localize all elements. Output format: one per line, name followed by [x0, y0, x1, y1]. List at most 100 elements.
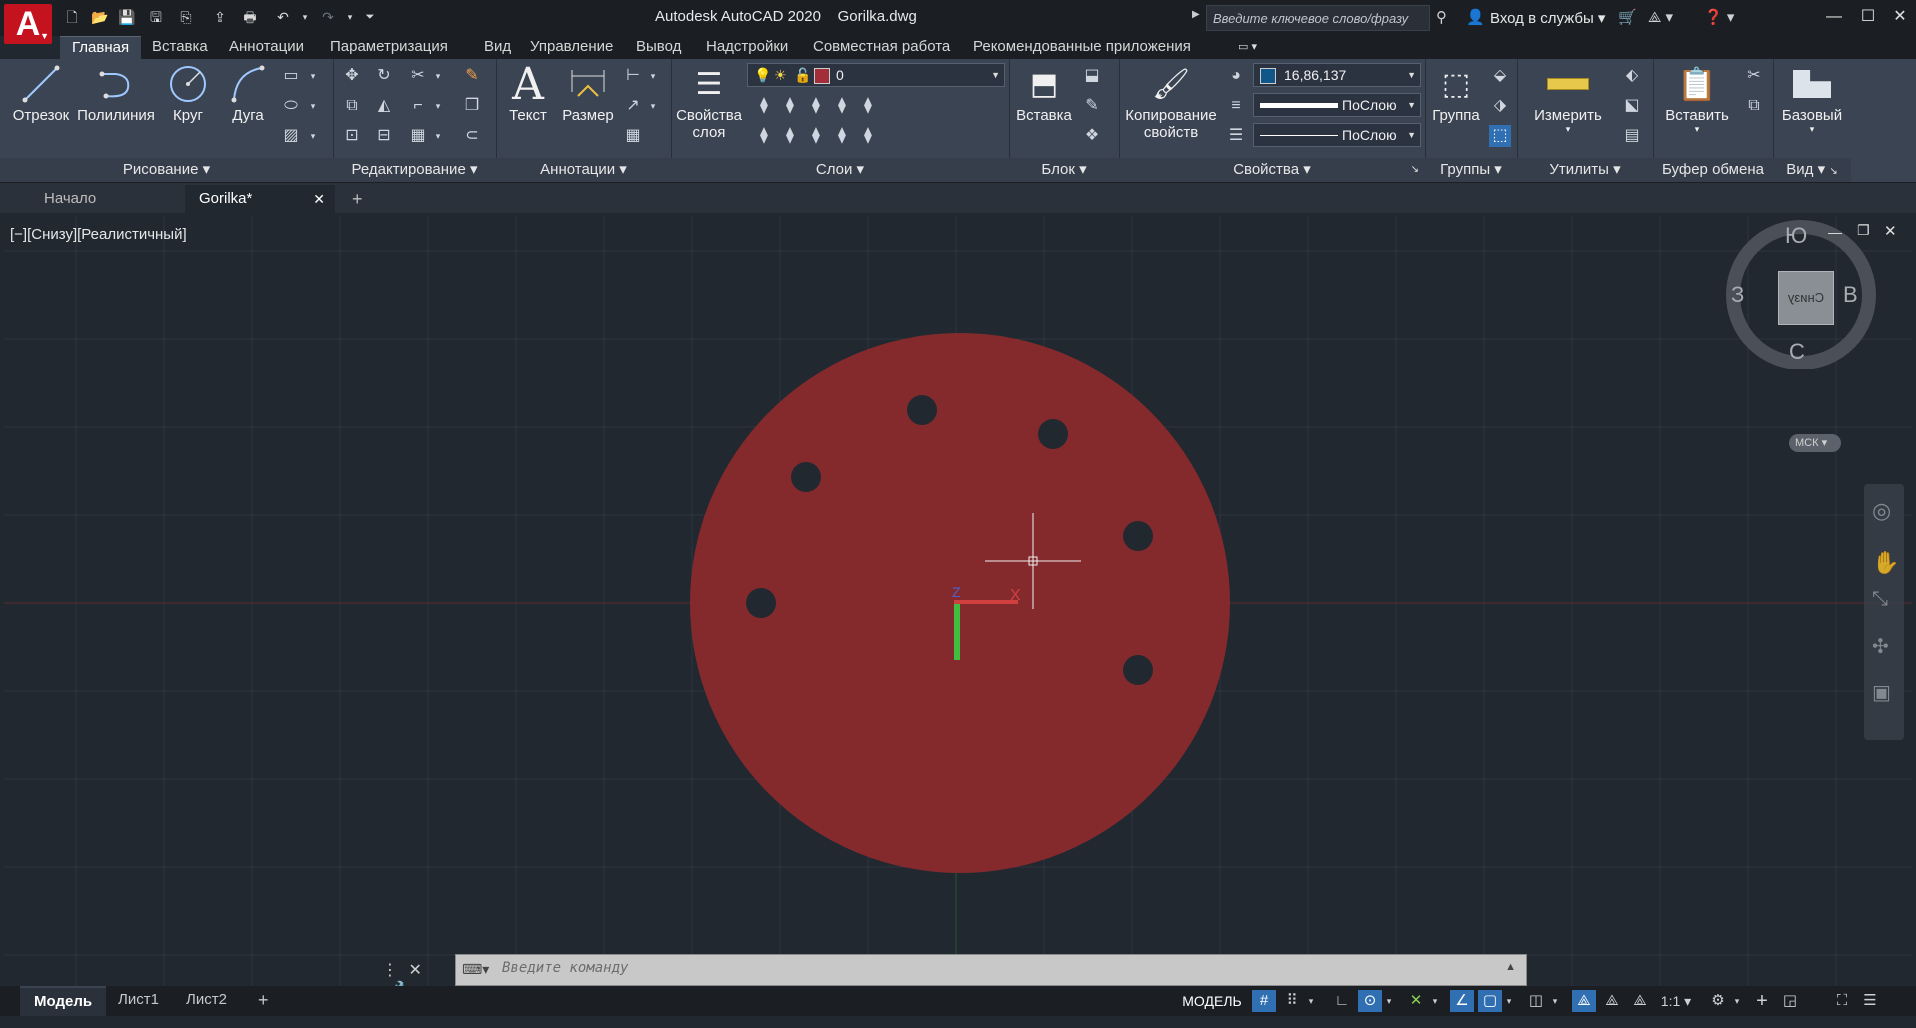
panel-view-title[interactable]: Вид ▾ ↘ — [1773, 158, 1851, 182]
tab-view[interactable]: Вид — [472, 36, 523, 59]
web-open-icon[interactable]: ⎘ — [176, 7, 196, 27]
auto-scale-icon[interactable]: ⟁ — [1600, 990, 1624, 1012]
search-expand-icon[interactable]: ▶ — [1192, 9, 1200, 20]
viewcube-north[interactable]: С — [1789, 339, 1805, 365]
rectangle-icon[interactable]: ▭ — [280, 65, 302, 87]
color-wheel-icon[interactable]: ◕ — [1225, 65, 1247, 87]
cut-icon[interactable]: ✂ — [1743, 65, 1765, 87]
color-dropdown[interactable]: 16,86,137 ▼ — [1253, 63, 1421, 87]
viewcube-face[interactable]: Снизу — [1778, 271, 1834, 325]
drawing-canvas[interactable]: X Z — [4, 216, 1912, 986]
table-icon[interactable]: ▦ — [622, 125, 644, 147]
object-snap-icon[interactable]: ▢ — [1478, 990, 1502, 1012]
grid-display-icon[interactable]: # — [1252, 990, 1276, 1012]
snap-dropdown-icon[interactable]: ▾ — [1304, 990, 1318, 1012]
hatch-dropdown-icon[interactable]: ▾ — [302, 125, 324, 147]
annotation-visibility-icon[interactable]: ⟁ — [1572, 990, 1596, 1012]
layer-tool-7-icon[interactable]: ⧫ — [779, 125, 801, 147]
group-edit-icon[interactable]: ⬗ — [1489, 95, 1511, 117]
tab-document[interactable]: Gorilka* ✕ — [185, 185, 335, 213]
match-properties-button[interactable]: 🖌 Копирование свойств — [1121, 61, 1221, 142]
command-line-handle[interactable]: ⋮ ✕ 🔧 — [382, 960, 452, 999]
viewcube-west[interactable]: З — [1731, 282, 1744, 308]
leader-dropdown-icon[interactable]: ▾ — [642, 95, 664, 117]
create-block-icon[interactable]: ⬓ — [1081, 65, 1103, 87]
base-view-button[interactable]: Базовый ▾ — [1775, 61, 1849, 135]
customize-qat-icon[interactable]: ⏷ — [360, 7, 380, 27]
minimize-icon[interactable]: — — [1818, 4, 1850, 30]
tab-manage[interactable]: Управление — [518, 36, 625, 59]
viewport-minimize-icon[interactable]: — — [1828, 224, 1842, 240]
layer-properties-button[interactable]: ☰ Свойства слоя — [673, 61, 745, 142]
line-tool[interactable]: Отрезок — [8, 61, 74, 124]
new-layout-icon[interactable]: + — [244, 986, 283, 1014]
hole[interactable] — [907, 395, 937, 425]
tab-addins[interactable]: Надстройки — [694, 36, 800, 59]
redo-icon[interactable]: ↷ — [318, 7, 338, 27]
workspace-dropdown-icon[interactable]: ▾ — [1730, 990, 1744, 1012]
panel-block-title[interactable]: Блок ▾ — [1009, 158, 1119, 182]
plus-icon[interactable]: + — [1750, 990, 1774, 1012]
offset-icon[interactable]: ⊂ — [461, 125, 483, 147]
leader-icon[interactable]: ↗ — [622, 95, 644, 117]
close-icon[interactable]: ✕ — [313, 185, 325, 213]
isolate-objects-icon[interactable]: ◲ — [1778, 990, 1802, 1012]
viewcube[interactable]: Снизу Ю С З В — [1726, 219, 1876, 369]
cart-icon[interactable]: 🛒 — [1618, 8, 1637, 26]
insert-block-button[interactable]: ⬒ Вставка — [1013, 61, 1075, 125]
explode-icon[interactable]: ❒ — [461, 95, 483, 117]
isometric-icon[interactable]: ✕ — [1404, 990, 1428, 1012]
showmotion-icon[interactable]: ▣ — [1872, 680, 1891, 705]
array-dropdown-icon[interactable]: ▾ — [427, 125, 449, 147]
new-tab-icon[interactable]: + — [348, 185, 378, 213]
measure-button[interactable]: Измерить ▾ — [1521, 61, 1615, 135]
quick-select-icon[interactable]: ⬖ — [1621, 65, 1643, 87]
zoom-extents-icon[interactable]: ⤡ — [1872, 588, 1888, 611]
layer-tool-3-icon[interactable]: ⧫ — [805, 95, 827, 117]
connect-icon[interactable]: ⟁ ▾ — [1648, 8, 1673, 26]
move-icon[interactable]: ✥ — [341, 65, 363, 87]
scale-icon[interactable]: ⊟ — [373, 125, 395, 147]
linear-dimension-icon[interactable]: ⊢ — [622, 65, 644, 87]
model-space-toggle[interactable]: МОДЕЛЬ — [1178, 990, 1246, 1012]
edit-block-icon[interactable]: ✎ — [1081, 95, 1103, 117]
tab-output[interactable]: Вывод — [624, 36, 693, 59]
transparency-icon[interactable]: ◫ — [1524, 990, 1548, 1012]
steering-wheel-icon[interactable]: ◎ — [1872, 498, 1891, 524]
panel-annotation-title[interactable]: Аннотации ▾ — [496, 158, 671, 182]
polyline-tool[interactable]: Полилиния — [76, 61, 156, 124]
dimension-tool[interactable]: Размер — [558, 61, 618, 124]
viewport-controls-label[interactable]: [−][Снизу][Реалистичный] — [10, 226, 187, 243]
group-button[interactable]: ⬚ Группа — [1427, 61, 1485, 125]
panel-launcher-icon[interactable]: ↘ — [1411, 158, 1419, 182]
fillet-dropdown-icon[interactable]: ▾ — [427, 95, 449, 117]
pan-icon[interactable]: ✋ — [1872, 550, 1899, 576]
viewcube-east[interactable]: В — [1843, 282, 1858, 308]
trim-icon[interactable]: ✂ — [407, 65, 429, 87]
signin-button[interactable]: Вход в службы ▾ — [1490, 9, 1605, 27]
panel-properties-title[interactable]: Свойства ▾ ↘ — [1119, 158, 1425, 182]
linear-dimension-dropdown-icon[interactable]: ▾ — [642, 65, 664, 87]
stretch-icon[interactable]: ⊡ — [341, 125, 363, 147]
layer-tool-10-icon[interactable]: ⧫ — [857, 125, 879, 147]
hole[interactable] — [1038, 419, 1068, 449]
panel-draw-title[interactable]: Рисование ▾ — [0, 158, 333, 182]
layer-tool-9-icon[interactable]: ⧫ — [831, 125, 853, 147]
tab-collaborate[interactable]: Совместная работа — [801, 36, 962, 59]
layer-tool-6-icon[interactable]: ⧫ — [753, 125, 775, 147]
ribbon-minimize-icon[interactable]: ▭ ▾ — [1238, 40, 1258, 54]
panel-groups-title[interactable]: Группы ▾ — [1425, 158, 1517, 182]
viewport-restore-icon[interactable]: ❐ — [1857, 222, 1870, 239]
fillet-icon[interactable]: ⌐ — [407, 95, 429, 117]
new-file-icon[interactable]: 🗋 — [62, 7, 82, 27]
hole[interactable] — [791, 462, 821, 492]
array-icon[interactable]: ▦ — [407, 125, 429, 147]
ortho-mode-icon[interactable]: ∟ — [1330, 990, 1354, 1012]
tab-annotate[interactable]: Аннотации — [217, 36, 316, 59]
undo-icon[interactable]: ↶ — [273, 7, 293, 27]
grip-icon[interactable]: ⋮ — [382, 962, 398, 979]
viewport-close-icon[interactable]: ✕ — [1884, 222, 1897, 240]
mirror-icon[interactable]: ◭ — [373, 95, 395, 117]
tab-insert[interactable]: Вставка — [140, 36, 220, 59]
arc-tool[interactable]: Дуга — [220, 61, 276, 124]
